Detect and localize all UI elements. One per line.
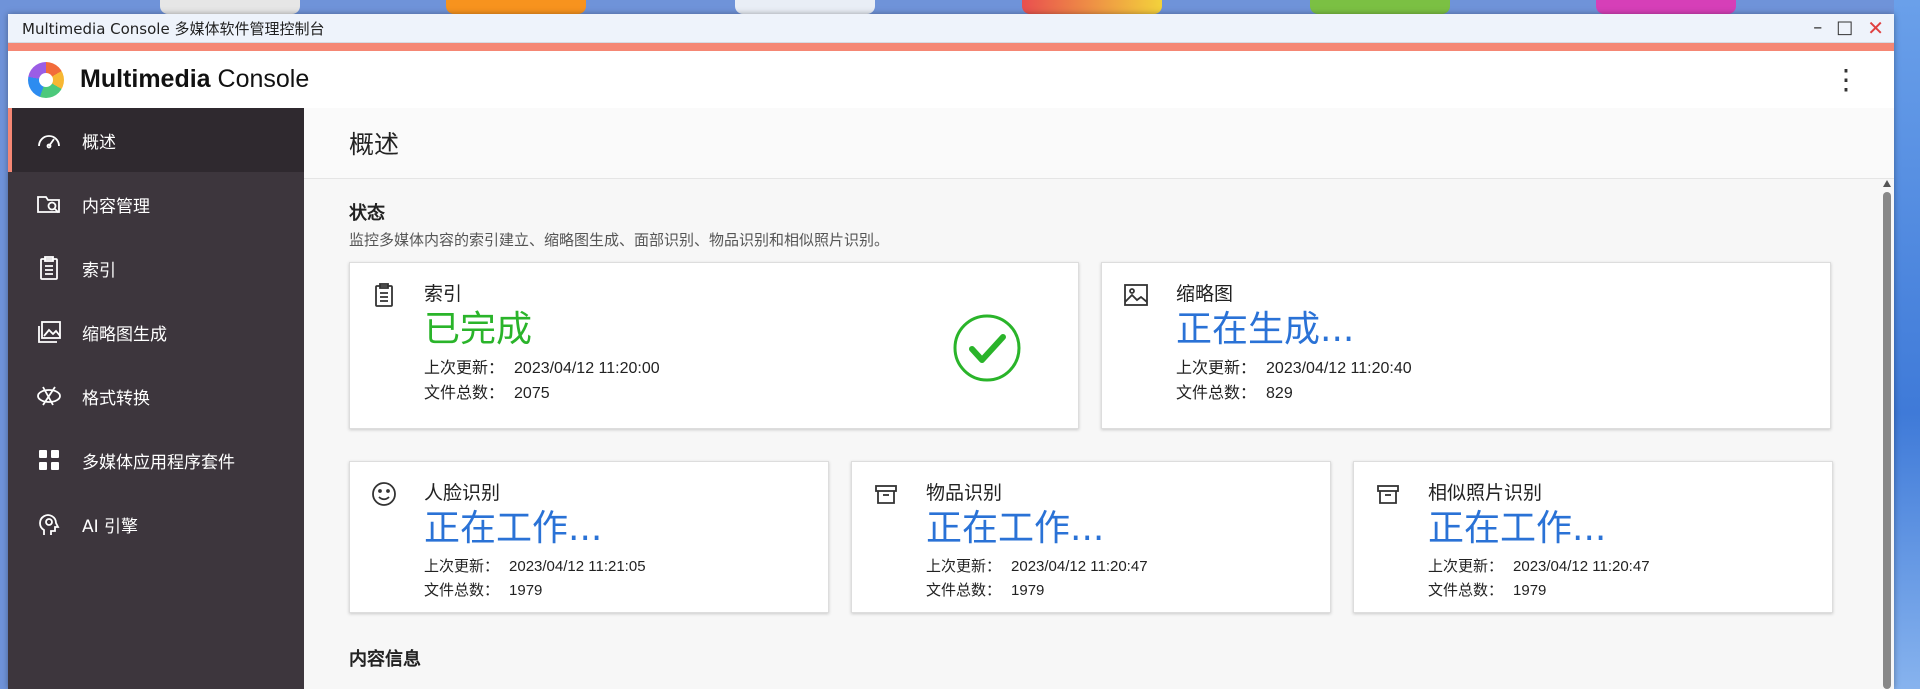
object-recognition-card: 物品识别 正在工作... 上次更新： 2023/04/12 11:20:47 文件… (851, 461, 1331, 613)
sidebar-item-app-suite[interactable]: 多媒体应用程序套件 (8, 428, 304, 492)
page-title: 概述 (304, 108, 1894, 179)
main-content: 概述 状态 监控多媒体内容的索引建立、缩略图生成、面部识别、物品识别和相似照片识… (304, 108, 1894, 689)
minimize-button[interactable]: – (1813, 19, 1822, 37)
index-card: 索引 已完成 上次更新： 2023/04/12 11:20:00 文件总数： 207… (349, 262, 1079, 429)
file-total-label: 文件总数： (424, 582, 500, 600)
app-name: Multimedia Console (80, 65, 310, 93)
status-text: 正在生成... (1176, 309, 1355, 350)
file-total-value: 1979 (1011, 582, 1045, 600)
sidebar-item-label: AI 引擎 (82, 516, 139, 537)
sidebar-item-index[interactable]: 索引 (8, 236, 304, 300)
app-logo-icon (28, 61, 64, 98)
content-scroll[interactable]: 状态 监控多媒体内容的索引建立、缩略图生成、面部识别、物品识别和相似照片识别。 … (304, 179, 1894, 689)
window-titlebar[interactable]: Multimedia Console 多媒体软件管理控制台 – □ ✕ (8, 14, 1894, 43)
folder-search-icon (34, 189, 64, 219)
card-title: 索引 (424, 283, 463, 305)
content-info-section-title: 内容信息 (349, 649, 421, 670)
status-text: 正在工作... (926, 508, 1105, 549)
close-button[interactable]: ✕ (1867, 18, 1884, 38)
similar-photo-card: 相似照片识别 正在工作... 上次更新： 2023/04/12 11:20:47 … (1353, 461, 1833, 613)
status-text: 正在工作... (1428, 508, 1607, 549)
sidebar-item-label: 概述 (82, 132, 116, 153)
last-updated-label: 上次更新： (1428, 557, 1504, 575)
sidebar: 概述 内容管理 索引 缩略图生成 格式转换 多媒体应用程序套件 AI 引擎 (8, 108, 304, 689)
sidebar-item-label: 索引 (82, 260, 116, 281)
desktop-background (1894, 0, 1920, 689)
sidebar-item-overview[interactable]: 概述 (8, 108, 304, 172)
file-total-value: 1979 (509, 582, 543, 600)
status-text: 正在工作... (424, 508, 603, 549)
window-controls: – □ ✕ (1813, 18, 1894, 38)
card-title: 相似照片识别 (1428, 482, 1543, 504)
window-title: Multimedia Console 多媒体软件管理控制台 (22, 19, 325, 38)
last-updated-label: 上次更新： (424, 557, 500, 575)
desktop-app-icon (1310, 0, 1450, 14)
archive-box-icon (1374, 480, 1414, 598)
sidebar-item-content-management[interactable]: 内容管理 (8, 172, 304, 236)
brand: Multimedia Console (8, 61, 310, 98)
app-header: Multimedia Console ⋮ (8, 51, 1894, 109)
face-recognition-card: 人脸识别 正在工作... 上次更新： 2023/04/12 11:21:05 文件… (349, 461, 829, 613)
last-updated-value: 2023/04/12 11:20:40 (1266, 359, 1412, 377)
file-total-value: 829 (1266, 385, 1293, 403)
app-body: 概述 内容管理 索引 缩略图生成 格式转换 多媒体应用程序套件 AI 引擎 概述… (8, 108, 1894, 689)
thumbnail-card: 缩略图 正在生成... 上次更新： 2023/04/12 11:20:40 文件总… (1101, 262, 1831, 429)
sidebar-item-label: 多媒体应用程序套件 (82, 452, 235, 473)
file-total-label: 文件总数： (424, 385, 505, 403)
last-updated-value: 2023/04/12 11:21:05 (509, 557, 646, 575)
sidebar-item-transcode[interactable]: 格式转换 (8, 364, 304, 428)
last-updated-label: 上次更新： (424, 359, 505, 377)
check-circle-icon (953, 314, 1021, 382)
accent-bar (8, 43, 1894, 51)
apps-grid-icon (34, 445, 64, 475)
convert-icon (34, 381, 64, 411)
status-section-title: 状态 (349, 203, 385, 224)
maximize-button[interactable]: □ (1836, 19, 1853, 37)
last-updated-label: 上次更新： (1176, 359, 1257, 377)
file-total-label: 文件总数： (926, 582, 1002, 600)
desktop-app-icon (1022, 0, 1162, 14)
file-total-label: 文件总数： (1176, 385, 1257, 403)
card-title: 物品识别 (926, 482, 1003, 504)
app-window: Multimedia Console 多媒体软件管理控制台 – □ ✕ Mult… (8, 14, 1894, 689)
desktop-app-icon (1596, 0, 1736, 14)
sidebar-item-label: 格式转换 (82, 388, 150, 409)
desktop-app-icon (735, 0, 875, 14)
archive-box-icon (872, 480, 912, 598)
last-updated-value: 2023/04/12 11:20:47 (1011, 557, 1148, 575)
sidebar-item-label: 内容管理 (82, 196, 150, 217)
scroll-up-arrow-icon[interactable] (1883, 180, 1891, 187)
last-updated-value: 2023/04/12 11:20:00 (514, 359, 660, 377)
image-icon (1122, 281, 1162, 414)
vertical-scrollbar[interactable] (1882, 178, 1892, 689)
status-row-1: 索引 已完成 上次更新： 2023/04/12 11:20:00 文件总数： 207… (349, 262, 1849, 429)
file-total-label: 文件总数： (1428, 582, 1504, 600)
last-updated-label: 上次更新： (926, 557, 1002, 575)
desktop-app-icon (160, 0, 300, 14)
status-row-2: 人脸识别 正在工作... 上次更新： 2023/04/12 11:21:05 文件… (349, 461, 1849, 613)
ai-head-icon (34, 509, 64, 539)
speedometer-icon (34, 125, 64, 155)
sidebar-item-thumbnail[interactable]: 缩略图生成 (8, 300, 304, 364)
file-total-value: 1979 (1513, 582, 1547, 600)
file-total-value: 2075 (514, 385, 550, 403)
smiley-icon (370, 480, 410, 598)
images-icon (34, 317, 64, 347)
sidebar-item-label: 缩略图生成 (82, 324, 167, 345)
last-updated-value: 2023/04/12 11:20:47 (1513, 557, 1650, 575)
more-options-icon[interactable]: ⋮ (1832, 65, 1894, 94)
clipboard-icon (34, 253, 64, 283)
card-title: 缩略图 (1176, 283, 1234, 305)
desktop-app-icon (446, 0, 586, 14)
sidebar-item-ai-engine[interactable]: AI 引擎 (8, 492, 304, 556)
clipboard-icon (370, 281, 410, 414)
status-section-desc: 监控多媒体内容的索引建立、缩略图生成、面部识别、物品识别和相似照片识别。 (349, 231, 890, 249)
scrollbar-thumb[interactable] (1883, 192, 1891, 689)
card-title: 人脸识别 (424, 482, 501, 504)
